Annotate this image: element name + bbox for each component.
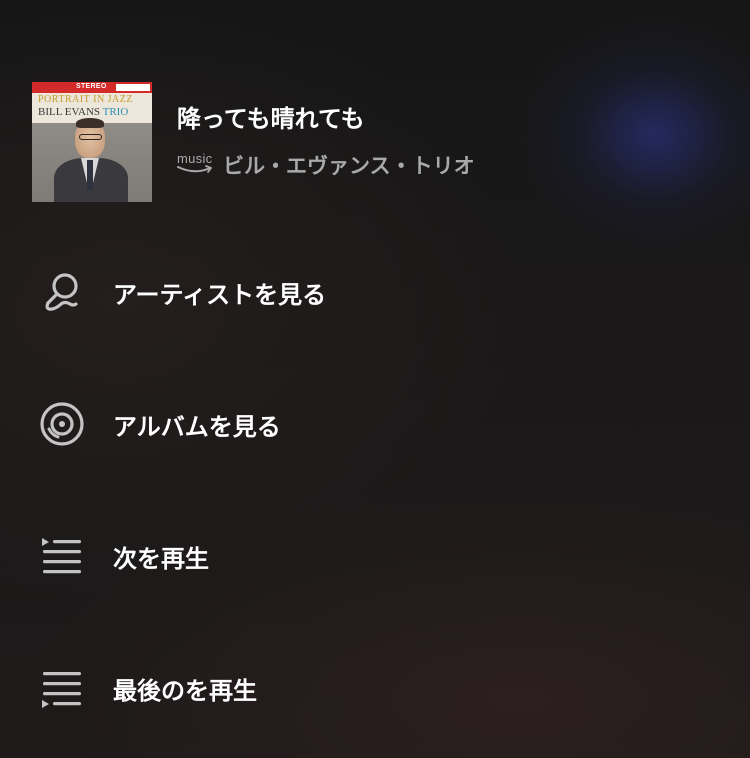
menu-item-view-album[interactable]: アルバムを見る — [38, 394, 718, 454]
album-disc-icon — [38, 400, 86, 448]
play-next-icon — [38, 532, 86, 580]
cover-stereo-label: STEREO — [76, 83, 107, 90]
menu-item-play-last[interactable]: 最後のを再生 — [38, 658, 718, 718]
menu-item-view-artist[interactable]: アーティストを見る — [38, 262, 718, 322]
artist-name: ビル・エヴァンス・トリオ — [223, 154, 475, 178]
amazon-music-logo-icon: music — [177, 151, 215, 177]
track-meta: 降っても晴れても music ビル・エヴァンス・トリオ — [177, 104, 475, 180]
cover-album-title: PORTRAIT IN JAZZ — [38, 94, 133, 105]
menu-item-play-next[interactable]: 次を再生 — [38, 526, 718, 586]
play-last-icon — [38, 664, 86, 712]
cover-band-name: BILL EVANS TRIO — [38, 106, 129, 118]
menu-item-label: 次を再生 — [113, 544, 209, 573]
menu-item-label: 最後のを再生 — [113, 676, 257, 705]
now-playing-header: STEREO PORTRAIT IN JAZZ BILL EVANS TRIO … — [32, 82, 475, 202]
track-title: 降っても晴れても — [177, 105, 365, 133]
microphone-icon — [38, 268, 86, 316]
album-cover: STEREO PORTRAIT IN JAZZ BILL EVANS TRIO — [32, 82, 152, 202]
artist-row: music ビル・エヴァンス・トリオ — [177, 150, 475, 180]
menu-item-label: アルバムを見る — [113, 412, 281, 441]
menu-item-label: アーティストを見る — [113, 280, 327, 309]
